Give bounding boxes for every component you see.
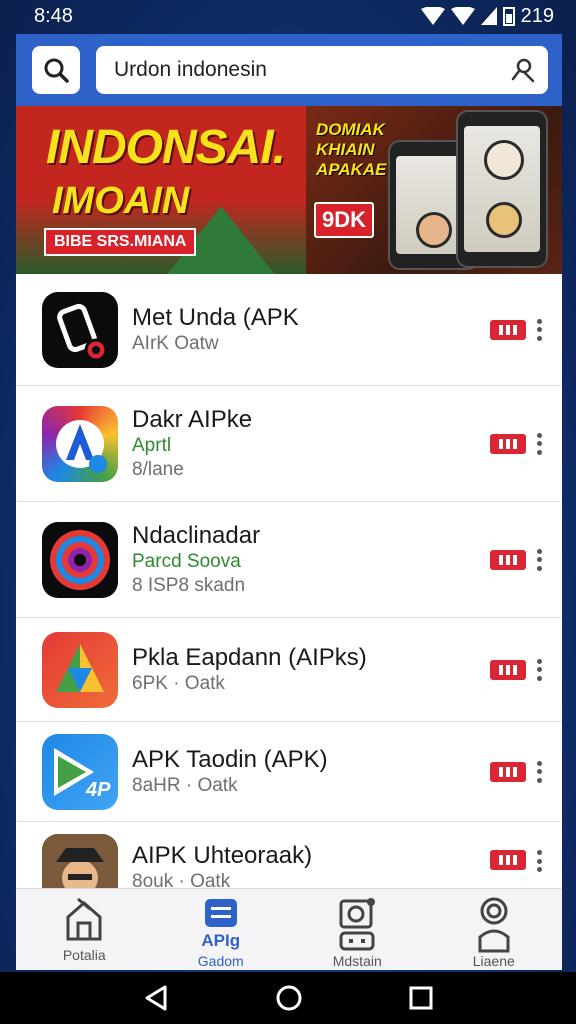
app-window: INDONSAI. IMOAIN BIBE SRS.MIANA DOMIAK K… xyxy=(16,34,562,970)
app-name: Ndaclinadar xyxy=(132,521,261,549)
nav-label: Mdstain xyxy=(332,953,382,969)
list-item[interactable]: Ndaclinadar Parcd Soova 8 ISP8 skadn xyxy=(16,502,562,618)
promo-line: APAKAE xyxy=(316,160,387,179)
more-options-icon[interactable] xyxy=(536,548,542,571)
svg-text:4P: 4P xyxy=(85,779,111,801)
banner-subtitle: IMOAIN xyxy=(52,180,190,222)
nav-item-home[interactable]: Potalia xyxy=(16,889,153,970)
triangle-logo-icon xyxy=(42,631,118,708)
more-options-icon[interactable] xyxy=(536,432,542,455)
search-header xyxy=(16,34,562,106)
nav-item-apps[interactable]: APIg Gadom xyxy=(153,889,290,970)
banner-badge: 9DK xyxy=(314,202,375,238)
banner-title: INDONSAI. xyxy=(46,121,286,174)
spiral-disc-icon xyxy=(42,521,118,598)
home-circle-icon[interactable] xyxy=(275,984,303,1012)
voice-search-icon[interactable] xyxy=(510,57,536,83)
search-icon xyxy=(44,58,69,83)
banner-promo-text: DOMIAK KHIAIN APAKAE xyxy=(316,120,387,180)
promo-line: KHIAIN xyxy=(316,140,375,159)
more-options-icon[interactable] xyxy=(536,850,542,872)
app-meta: 8/lane xyxy=(132,458,184,480)
search-input[interactable] xyxy=(114,58,510,82)
more-options-icon[interactable] xyxy=(536,318,542,341)
list-item[interactable]: Met Unda (APK AIrK Oatw xyxy=(16,274,562,386)
colorful-a-logo-icon xyxy=(42,405,118,482)
system-navigation-bar xyxy=(0,972,576,1024)
face-illustration xyxy=(486,202,522,238)
face-illustration xyxy=(484,140,524,180)
list-item[interactable]: 4P APK Taodin (APK) 8aHR · Oatk xyxy=(16,722,562,822)
download-button[interactable] xyxy=(490,761,526,782)
list-item[interactable]: Dakr AIPke Aprtl 8/lane xyxy=(16,386,562,502)
games-icon xyxy=(339,898,376,951)
banner-ribbon: BIBE SRS.MIANA xyxy=(44,228,197,256)
nav-label: Gadom xyxy=(197,953,244,969)
app-list: Met Unda (APK AIrK Oatw Dakr AIPke Aprtl… xyxy=(16,274,562,922)
play-store-icon: 4P xyxy=(42,733,118,810)
app-name: Dakr AIPke xyxy=(132,405,253,433)
nav-center-label: APIg xyxy=(201,931,241,950)
download-button[interactable] xyxy=(490,433,526,454)
phone-screen xyxy=(464,126,540,252)
more-options-icon[interactable] xyxy=(536,760,542,783)
download-button[interactable] xyxy=(490,850,526,870)
nav-label: Potalia xyxy=(62,947,106,963)
nav-label: Liaene xyxy=(472,953,515,969)
status-time: 8:48 xyxy=(34,4,73,27)
status-bar: 8:48 219 xyxy=(0,0,576,32)
apps-icon xyxy=(204,899,237,927)
search-field[interactable] xyxy=(96,46,548,94)
battery-icon xyxy=(502,7,515,26)
download-button[interactable] xyxy=(490,549,526,570)
face-illustration xyxy=(416,212,452,248)
search-button[interactable] xyxy=(32,46,80,94)
home-icon xyxy=(66,897,102,941)
phone-camera-icon xyxy=(42,291,118,368)
wifi-icon xyxy=(420,7,445,25)
nav-item-profile[interactable]: Liaene xyxy=(426,889,563,970)
list-item[interactable]: Pkla Eapdann (AIPks) 6PK · Oatk xyxy=(16,618,562,722)
download-button[interactable] xyxy=(490,659,526,680)
promo-banner[interactable]: INDONSAI. IMOAIN BIBE SRS.MIANA DOMIAK K… xyxy=(16,106,562,274)
app-meta: 8 ISP8 skadn xyxy=(132,574,246,596)
battery-level: 219 xyxy=(520,4,554,27)
back-icon[interactable] xyxy=(143,984,169,1012)
promo-line: DOMIAK xyxy=(316,120,385,139)
signal-icon xyxy=(480,7,497,25)
more-options-icon[interactable] xyxy=(536,658,542,681)
download-button[interactable] xyxy=(490,319,526,340)
recents-icon[interactable] xyxy=(409,986,433,1010)
profile-icon xyxy=(478,897,510,953)
wifi-icon xyxy=(450,7,475,25)
nav-item-games[interactable]: Mdstain xyxy=(289,889,426,970)
status-icons: 219 xyxy=(420,4,554,28)
phone-illustration xyxy=(456,110,548,268)
bottom-navigation: Potalia APIg Gadom Mdstain Liaene xyxy=(16,888,562,970)
